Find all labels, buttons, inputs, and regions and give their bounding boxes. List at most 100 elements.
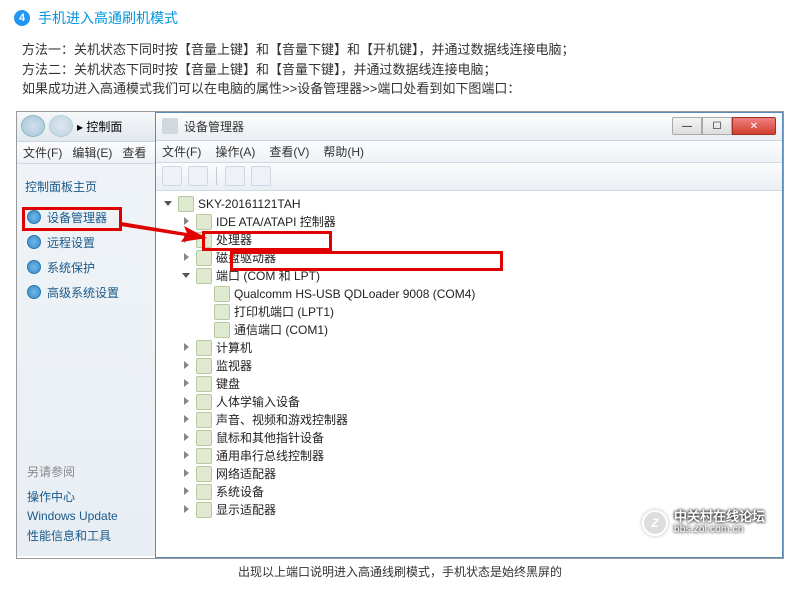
- cp-link-label: 高级系统设置: [47, 284, 119, 301]
- tree-node[interactable]: 通用串行总线控制器: [182, 447, 776, 465]
- tree-node[interactable]: 监视器: [182, 357, 776, 375]
- tree-root[interactable]: SKY-20161121TAH: [164, 195, 776, 213]
- watermark-text-url: bbs.zol.com.cn: [674, 524, 765, 535]
- step-number-badge: 4: [14, 10, 30, 26]
- cp-menu-file[interactable]: 文件(F): [23, 144, 62, 161]
- cp-nav-bar: ▸ 控制面: [17, 112, 156, 142]
- device-icon: [196, 340, 212, 356]
- tb-forward-icon[interactable]: [188, 166, 208, 186]
- tree-node-label: 打印机端口 (LPT1): [234, 303, 334, 320]
- cp-heading: 控制面板主页: [25, 178, 148, 195]
- tree-node-label: 显示适配器: [216, 501, 276, 518]
- cp-link-advanced[interactable]: 高级系统设置: [25, 280, 148, 305]
- cp-link-label: 系统保护: [47, 259, 95, 276]
- cp-link-label: 远程设置: [47, 234, 95, 251]
- device-icon: [196, 412, 212, 428]
- device-manager-window: 设备管理器 — ☐ ✕ 文件(F) 操作(A) 查看(V) 帮助(H) SKY-…: [155, 112, 783, 558]
- cp-menu-edit[interactable]: 编辑(E): [72, 144, 112, 161]
- tree-node-label: 通信端口 (COM1): [234, 321, 328, 338]
- port-icon: [214, 304, 230, 320]
- tree-node[interactable]: 通信端口 (COM1): [200, 321, 776, 339]
- tree-node-label: 系统设备: [216, 483, 264, 500]
- highlight-box-ports: [202, 231, 332, 251]
- tree-node-label: IDE ATA/ATAPI 控制器: [216, 213, 336, 230]
- highlight-box-sidebar: [22, 207, 122, 231]
- expander-icon[interactable]: [182, 469, 192, 479]
- menu-help[interactable]: 帮助(H): [323, 143, 364, 160]
- tb-scan-icon[interactable]: [251, 166, 271, 186]
- tb-props-icon[interactable]: [225, 166, 245, 186]
- tree-node[interactable]: 声音、视频和游戏控制器: [182, 411, 776, 429]
- tree-node-label: 键盘: [216, 375, 240, 392]
- tree-node[interactable]: IDE ATA/ATAPI 控制器: [182, 213, 776, 231]
- device-icon: [196, 250, 212, 266]
- instr-line-2: 方法二：关机状态下同时按【音量上键】和【音量下键】，并通过数据线连接电脑；: [22, 60, 778, 80]
- highlight-box-qdloader: [230, 251, 503, 271]
- expander-icon[interactable]: [182, 433, 192, 443]
- expander-icon[interactable]: [182, 397, 192, 407]
- tree-node[interactable]: 计算机: [182, 339, 776, 357]
- devmgr-app-icon: [162, 118, 178, 134]
- watermark-text-cn: 中关村在线论坛: [674, 510, 765, 524]
- expander-icon[interactable]: [182, 343, 192, 353]
- breadcrumb[interactable]: ▸ 控制面: [77, 118, 122, 135]
- tree-node[interactable]: 系统设备: [182, 483, 776, 501]
- port-icon: [214, 322, 230, 338]
- tree-node[interactable]: 键盘: [182, 375, 776, 393]
- cp-seealso-windows-update[interactable]: Windows Update: [27, 507, 118, 525]
- tree-node-label: Qualcomm HS-USB QDLoader 9008 (COM4): [234, 287, 475, 301]
- tree-node-label: 声音、视频和游戏控制器: [216, 411, 348, 428]
- expander-icon[interactable]: [182, 361, 192, 371]
- ports-icon: [196, 268, 212, 284]
- tree-node-qdloader[interactable]: Qualcomm HS-USB QDLoader 9008 (COM4): [200, 285, 776, 303]
- instr-line-3: 如果成功进入高通模式我们可以在电脑的属性>>设备管理器>>端口处看到如下图端口：: [22, 79, 778, 99]
- expander-icon[interactable]: [182, 451, 192, 461]
- device-icon: [196, 466, 212, 482]
- devmgr-menu-bar: 文件(F) 操作(A) 查看(V) 帮助(H): [156, 141, 782, 163]
- shield-icon: [27, 285, 41, 299]
- cp-menu-view[interactable]: 查看: [122, 144, 146, 161]
- expander-icon[interactable]: [182, 253, 192, 263]
- expander-icon[interactable]: [182, 379, 192, 389]
- tree-node[interactable]: 人体学输入设备: [182, 393, 776, 411]
- cp-seealso-label: 另请参阅: [27, 463, 118, 480]
- tree-node-label: 鼠标和其他指针设备: [216, 429, 324, 446]
- tree-node[interactable]: 打印机端口 (LPT1): [200, 303, 776, 321]
- watermark: Z 中关村在线论坛 bbs.zol.com.cn: [642, 510, 765, 536]
- tree-node-label: 网络适配器: [216, 465, 276, 482]
- port-icon: [214, 286, 230, 302]
- instructions-block: 方法一：关机状态下同时按【音量上键】和【音量下键】和【开机键】，并通过数据线连接…: [0, 36, 800, 109]
- back-button[interactable]: [21, 115, 45, 137]
- menu-action[interactable]: 操作(A): [215, 143, 255, 160]
- devmgr-titlebar: 设备管理器 — ☐ ✕: [156, 113, 782, 141]
- step-title: 手机进入高通刷机模式: [38, 8, 178, 28]
- tree-node-label: 监视器: [216, 357, 252, 374]
- expander-icon[interactable]: [164, 199, 174, 209]
- close-button[interactable]: ✕: [732, 117, 776, 135]
- shield-icon: [27, 260, 41, 274]
- tb-back-icon[interactable]: [162, 166, 182, 186]
- control-panel-window: ▸ 控制面 文件(F) 编辑(E) 查看 控制面板主页 设备管理器 远程设置 系…: [17, 112, 157, 556]
- device-icon: [196, 484, 212, 500]
- menu-file[interactable]: 文件(F): [162, 143, 201, 160]
- computer-icon: [178, 196, 194, 212]
- minimize-button[interactable]: —: [672, 117, 702, 135]
- cp-seealso-action-center[interactable]: 操作中心: [27, 486, 118, 507]
- maximize-button[interactable]: ☐: [702, 117, 732, 135]
- devmgr-toolbar: [156, 163, 782, 191]
- tree-node[interactable]: 网络适配器: [182, 465, 776, 483]
- tree-node[interactable]: 鼠标和其他指针设备: [182, 429, 776, 447]
- expander-icon[interactable]: [182, 415, 192, 425]
- expander-icon[interactable]: [182, 487, 192, 497]
- watermark-logo-icon: Z: [642, 510, 668, 536]
- tree-node-label: 人体学输入设备: [216, 393, 300, 410]
- cp-menu-bar: 文件(F) 编辑(E) 查看: [17, 142, 156, 164]
- forward-button[interactable]: [49, 115, 73, 137]
- cp-link-protection[interactable]: 系统保护: [25, 255, 148, 280]
- cp-seealso-perf[interactable]: 性能信息和工具: [27, 525, 118, 546]
- menu-view[interactable]: 查看(V): [269, 143, 309, 160]
- expander-icon[interactable]: [182, 505, 192, 515]
- expander-icon[interactable]: [182, 271, 192, 281]
- device-icon: [196, 430, 212, 446]
- red-arrow-annotation: [121, 216, 207, 242]
